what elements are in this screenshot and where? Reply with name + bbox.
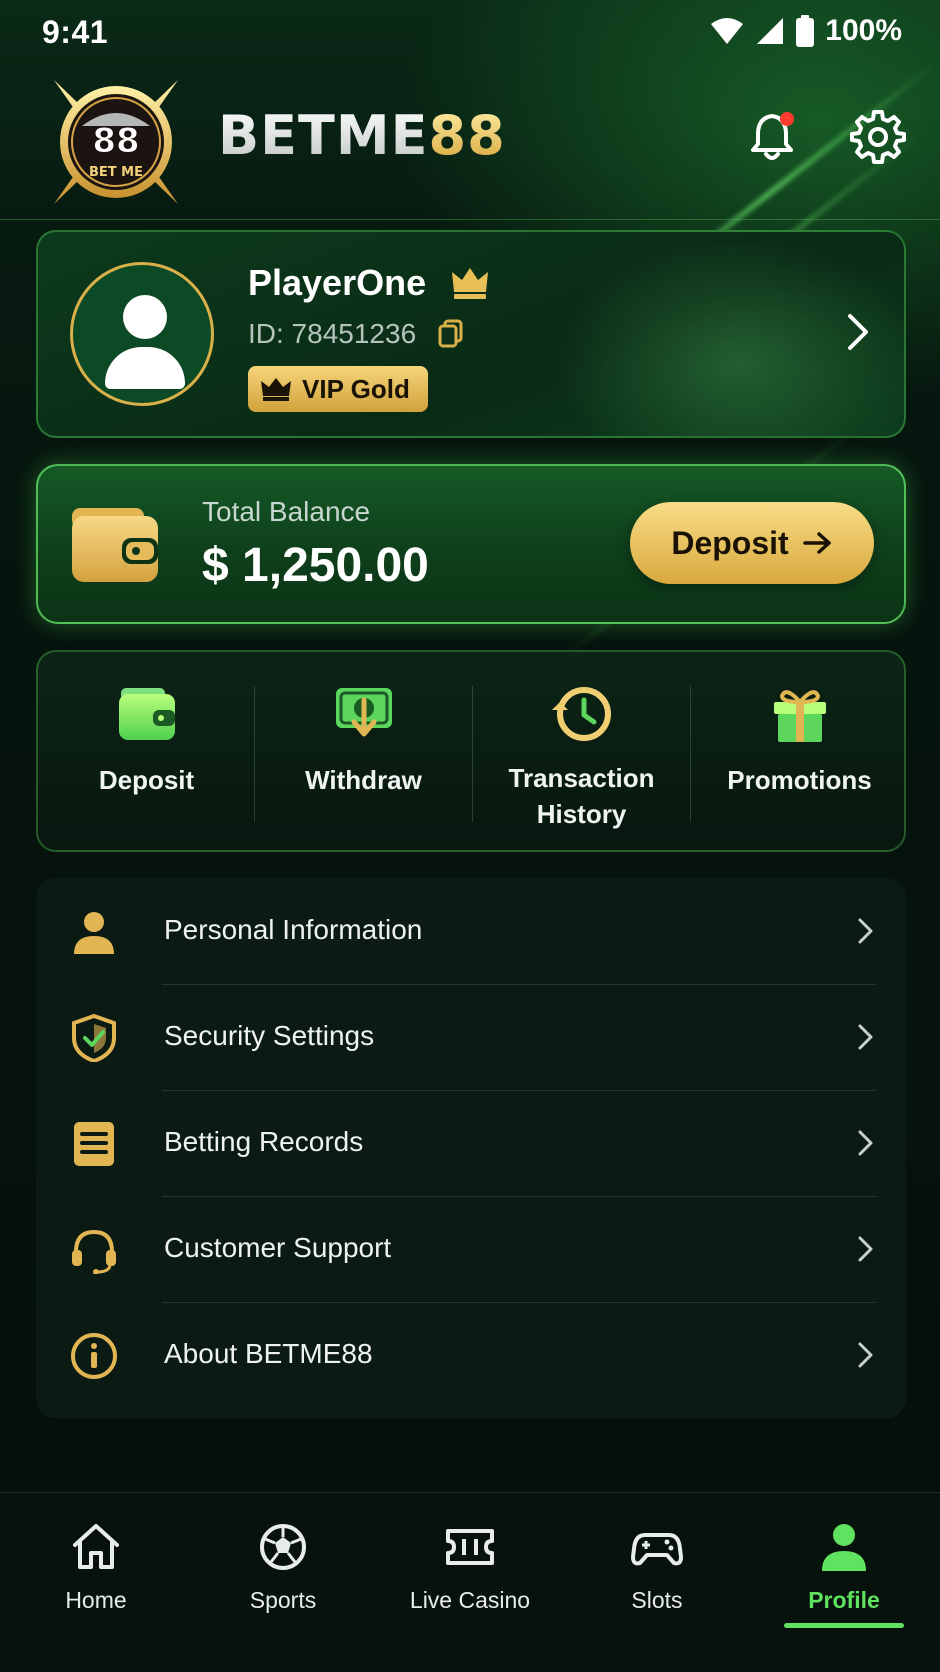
chevron-right-icon[interactable] (840, 310, 876, 354)
avatar (70, 262, 214, 406)
status-indicators: 100% (709, 14, 902, 48)
document-icon (74, 1122, 114, 1166)
chevron-right-icon (858, 1236, 873, 1262)
player-name: PlayerOne (248, 262, 427, 303)
nav-label: Live Casino (409, 1587, 531, 1613)
crown-icon (452, 268, 488, 299)
menu-item-personal-information[interactable]: Personal Information (36, 878, 906, 984)
bottom-navigation: Home Sports Live Casino Slots Profile (0, 1492, 940, 1672)
quick-action-label: Transaction History (473, 760, 690, 832)
ticket-icon (446, 1529, 494, 1565)
deposit-button-label: Deposit (671, 524, 789, 561)
chevron-right-icon (858, 1130, 873, 1156)
nav-label: Profile (808, 1587, 880, 1613)
chevron-right-icon (858, 1342, 873, 1368)
cash-withdraw-icon (335, 688, 392, 737)
nav-label: Sports (249, 1587, 317, 1613)
crown-icon (261, 378, 291, 401)
vip-badge: VIP Gold (248, 366, 428, 412)
menu-item-label: Security Settings (164, 1020, 375, 1051)
chevron-right-icon (858, 918, 873, 944)
active-tab-indicator (784, 1623, 904, 1628)
wallet-icon (72, 508, 158, 582)
balance-label: Total Balance (202, 496, 371, 527)
copy-icon[interactable] (436, 318, 466, 348)
person-icon (74, 912, 114, 954)
soccer-ball-icon (260, 1524, 306, 1570)
balance-amount: $ 1,250.00 (202, 539, 429, 592)
menu-item-security-settings[interactable]: Security Settings (36, 984, 906, 1090)
vip-label: VIP Gold (302, 373, 410, 404)
info-icon (71, 1333, 117, 1379)
nav-profile[interactable]: Profile (750, 1493, 938, 1633)
battery-icon (796, 15, 815, 47)
nav-live-casino[interactable]: Live Casino (376, 1493, 564, 1633)
menu-item-customer-support[interactable]: Customer Support (36, 1196, 906, 1302)
history-icon (551, 687, 611, 741)
brand-accent-text: 88 (428, 104, 506, 167)
quick-action-label-line2: History (536, 799, 627, 829)
status-bar: 9:41 100% (0, 0, 940, 62)
svg-text:BET ME: BET ME (89, 165, 143, 180)
player-id: ID: 78451236 (248, 318, 417, 349)
brand-primary-text: BETME (218, 104, 429, 167)
nav-home[interactable]: Home (2, 1493, 190, 1633)
wifi-icon (711, 18, 744, 44)
quick-action-promotions[interactable]: Promotions (691, 652, 908, 854)
signal-icon (757, 18, 784, 44)
status-time: 9:41 (42, 14, 109, 50)
settings-menu: Personal Information Security Settings B… (36, 878, 906, 1418)
settings-gear-icon[interactable] (850, 108, 906, 164)
nav-sports[interactable]: Sports (189, 1493, 377, 1633)
app-header: 88 BET ME BETME88 (0, 62, 940, 220)
quick-action-label: Withdraw (305, 765, 422, 795)
nav-label: Slots (631, 1587, 683, 1613)
menu-item-label: Personal Information (164, 914, 423, 945)
gift-icon (773, 690, 826, 742)
home-icon (73, 1524, 119, 1569)
screen: 9:41 100% 88 BET ME BETME88 PlayerOne ID… (0, 0, 940, 1672)
quick-action-label: Deposit (98, 765, 195, 795)
battery-percentage: 100% (825, 14, 902, 47)
profile-icon (822, 1524, 866, 1571)
profile-card[interactable]: PlayerOne ID: 78451236 VIP Gold (36, 230, 906, 438)
notification-badge (780, 112, 794, 126)
brand-wordmark: BETME88 (218, 104, 506, 167)
betme88-logo[interactable]: 88 BET ME (44, 70, 188, 214)
menu-item-label: Betting Records (164, 1126, 364, 1157)
wallet-icon (118, 688, 175, 740)
arrow-right-icon (802, 532, 831, 554)
balance-card: Total Balance $ 1,250.00 Deposit (36, 464, 906, 624)
quick-actions: Deposit Withdraw Transaction History Pro… (36, 650, 906, 852)
quick-action-withdraw[interactable]: Withdraw (255, 652, 472, 854)
svg-text:88: 88 (92, 121, 139, 161)
menu-item-about[interactable]: About BETME88 (36, 1302, 906, 1408)
gamepad-icon (631, 1533, 683, 1566)
menu-item-label: Customer Support (164, 1232, 392, 1263)
shield-check-icon (72, 1014, 116, 1062)
nav-slots[interactable]: Slots (563, 1493, 751, 1633)
chevron-right-icon (858, 1024, 873, 1050)
headset-icon (72, 1229, 116, 1274)
quick-action-label: Promotions (727, 765, 872, 795)
menu-item-label: About BETME88 (164, 1338, 373, 1369)
nav-label: Home (65, 1587, 127, 1613)
quick-action-deposit[interactable]: Deposit (38, 652, 255, 854)
deposit-button[interactable]: Deposit (630, 502, 874, 584)
quick-action-transaction-history[interactable]: Transaction History (473, 652, 690, 854)
menu-item-betting-records[interactable]: Betting Records (36, 1090, 906, 1196)
quick-action-label-line1: Transaction (508, 763, 655, 793)
